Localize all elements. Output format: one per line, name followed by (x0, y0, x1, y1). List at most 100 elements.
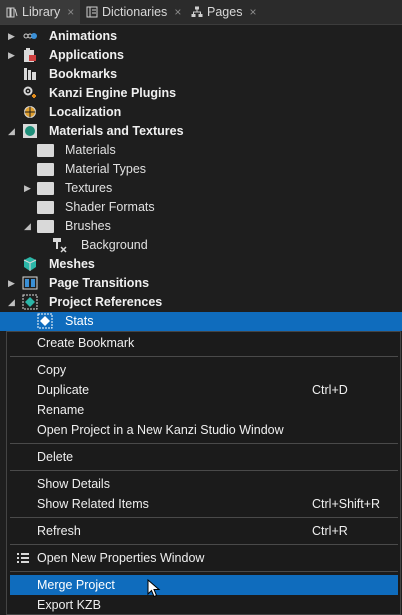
menu-separator (10, 571, 398, 572)
menu-item-label: Merge Project (37, 578, 115, 592)
tree-item-label: Localization (49, 105, 122, 119)
expand-arrow-icon[interactable]: ▶ (8, 279, 16, 288)
folder-icon (37, 182, 54, 195)
tree-item-project-references[interactable]: ◢ Project References (0, 293, 402, 312)
tree-item-page-transitions[interactable]: ▶ Page Transitions (0, 274, 402, 293)
tree-item-label: Shader Formats (65, 200, 155, 214)
menu-item-label: Duplicate (37, 383, 90, 397)
mouse-cursor-icon (147, 578, 161, 599)
tree-item-brushes[interactable]: ◢ Brushes (0, 217, 402, 236)
tab-label: Library (22, 5, 61, 19)
tab-pages[interactable]: Pages × (191, 0, 256, 24)
close-icon[interactable]: × (174, 5, 181, 19)
folder-icon (37, 163, 54, 176)
tree-item-label: Textures (65, 181, 113, 195)
menu-item-merge-project[interactable]: Merge Project (10, 575, 398, 595)
folder-icon (37, 220, 54, 233)
tree-item-label: Materials (65, 143, 116, 157)
materials-sphere-icon (22, 123, 38, 139)
mesh-cube-icon (22, 256, 38, 272)
tree-item-applications[interactable]: ▶ Applications (0, 46, 402, 65)
tree-item-stats[interactable]: Stats (0, 312, 402, 331)
tree-item-kanzi-engine-plugins[interactable]: Kanzi Engine Plugins (0, 84, 402, 103)
globe-icon (22, 104, 38, 120)
applications-icon (22, 47, 38, 63)
tree-item-label: Background (81, 238, 148, 252)
menu-item-show-related-items[interactable]: Show Related Items Ctrl+Shift+R (10, 494, 398, 514)
menu-item-shortcut: Ctrl+R (312, 524, 348, 538)
tree-item-label: Kanzi Engine Plugins (49, 86, 177, 100)
plugins-gear-icon (22, 85, 38, 101)
menu-item-rename[interactable]: Rename (10, 400, 398, 420)
menu-item-shortcut: Ctrl+Shift+R (312, 497, 381, 511)
expand-arrow-icon[interactable]: ▶ (8, 51, 16, 60)
menu-separator (10, 517, 398, 518)
tree-item-textures[interactable]: ▶ Textures (0, 179, 402, 198)
tree-item-label: Applications (49, 48, 125, 62)
tab-label: Dictionaries (102, 5, 168, 19)
tree-item-label: Project References (49, 295, 163, 309)
menu-item-label: Refresh (37, 524, 81, 538)
project-reference-icon (37, 313, 53, 329)
menu-item-delete[interactable]: Delete (10, 447, 398, 467)
menu-item-label: Open New Properties Window (37, 551, 205, 565)
tree-item-bookmarks[interactable]: Bookmarks (0, 65, 402, 84)
collapse-arrow-icon[interactable]: ◢ (24, 222, 32, 231)
menu-item-label: Rename (37, 403, 85, 417)
folder-icon (37, 201, 54, 214)
menu-item-label: Show Details (37, 477, 110, 491)
tree-item-label: Page Transitions (49, 276, 150, 290)
menu-item-copy[interactable]: Copy (10, 360, 398, 380)
close-icon[interactable]: × (67, 5, 74, 19)
menu-item-duplicate[interactable]: Duplicate Ctrl+D (10, 380, 398, 400)
menu-item-show-details[interactable]: Show Details (10, 474, 398, 494)
menu-item-refresh[interactable]: Refresh Ctrl+R (10, 521, 398, 541)
menu-item-label: Copy (37, 363, 67, 377)
tree-item-shader-formats[interactable]: Shader Formats (0, 198, 402, 217)
menu-item-create-bookmark[interactable]: Create Bookmark (10, 333, 398, 353)
brush-icon (52, 237, 68, 253)
collapse-arrow-icon[interactable]: ◢ (8, 127, 16, 136)
menu-item-shortcut: Ctrl+D (312, 383, 348, 397)
tree-item-label: Meshes (49, 257, 95, 271)
tree-item-materials-and-textures[interactable]: ◢ Materials and Textures (0, 122, 402, 141)
tree-item-label: Animations (49, 29, 118, 43)
context-menu: Create Bookmark Copy Duplicate Ctrl+D Re… (6, 331, 401, 615)
menu-item-label: Show Related Items (37, 497, 149, 511)
tree-item-label: Materials and Textures (49, 124, 184, 138)
tab-dictionaries[interactable]: Dictionaries × (86, 0, 181, 24)
tree-item-background[interactable]: Background (0, 236, 402, 255)
animations-icon (22, 28, 38, 44)
tree-item-meshes[interactable]: Meshes (0, 255, 402, 274)
properties-list-icon (17, 552, 29, 567)
menu-separator (10, 470, 398, 471)
project-references-icon (22, 294, 38, 310)
dictionary-icon (86, 6, 98, 18)
tab-strip: Library × Dictionaries × Pages × (0, 0, 402, 25)
expand-arrow-icon[interactable]: ▶ (24, 184, 32, 193)
tree-item-label: Bookmarks (49, 67, 118, 81)
bookmarks-icon (22, 66, 38, 82)
menu-item-open-project-new-window[interactable]: Open Project in a New Kanzi Studio Windo… (10, 420, 398, 440)
tab-library[interactable]: Library × (0, 0, 80, 24)
tree-item-localization[interactable]: Localization (0, 103, 402, 122)
tree-item-label: Material Types (65, 162, 147, 176)
menu-item-label: Export KZB (37, 598, 101, 612)
menu-item-label: Create Bookmark (37, 336, 135, 350)
close-icon[interactable]: × (249, 5, 256, 19)
menu-separator (10, 356, 398, 357)
menu-item-export-kzb[interactable]: Export KZB (10, 595, 398, 615)
menu-item-label: Delete (37, 450, 74, 464)
expand-arrow-icon[interactable]: ▶ (8, 32, 16, 41)
tree-item-label: Brushes (65, 219, 111, 233)
menu-item-open-new-properties-window[interactable]: Open New Properties Window (10, 548, 398, 568)
menu-item-label: Open Project in a New Kanzi Studio Windo… (37, 423, 284, 437)
collapse-arrow-icon[interactable]: ◢ (8, 298, 16, 307)
menu-separator (10, 443, 398, 444)
tree-item-materials[interactable]: Materials (0, 141, 402, 160)
folder-icon (37, 144, 54, 157)
tree-item-material-types[interactable]: Material Types (0, 160, 402, 179)
menu-separator (10, 544, 398, 545)
tree-item-animations[interactable]: ▶ Animations (0, 27, 402, 46)
pages-icon (191, 6, 203, 18)
